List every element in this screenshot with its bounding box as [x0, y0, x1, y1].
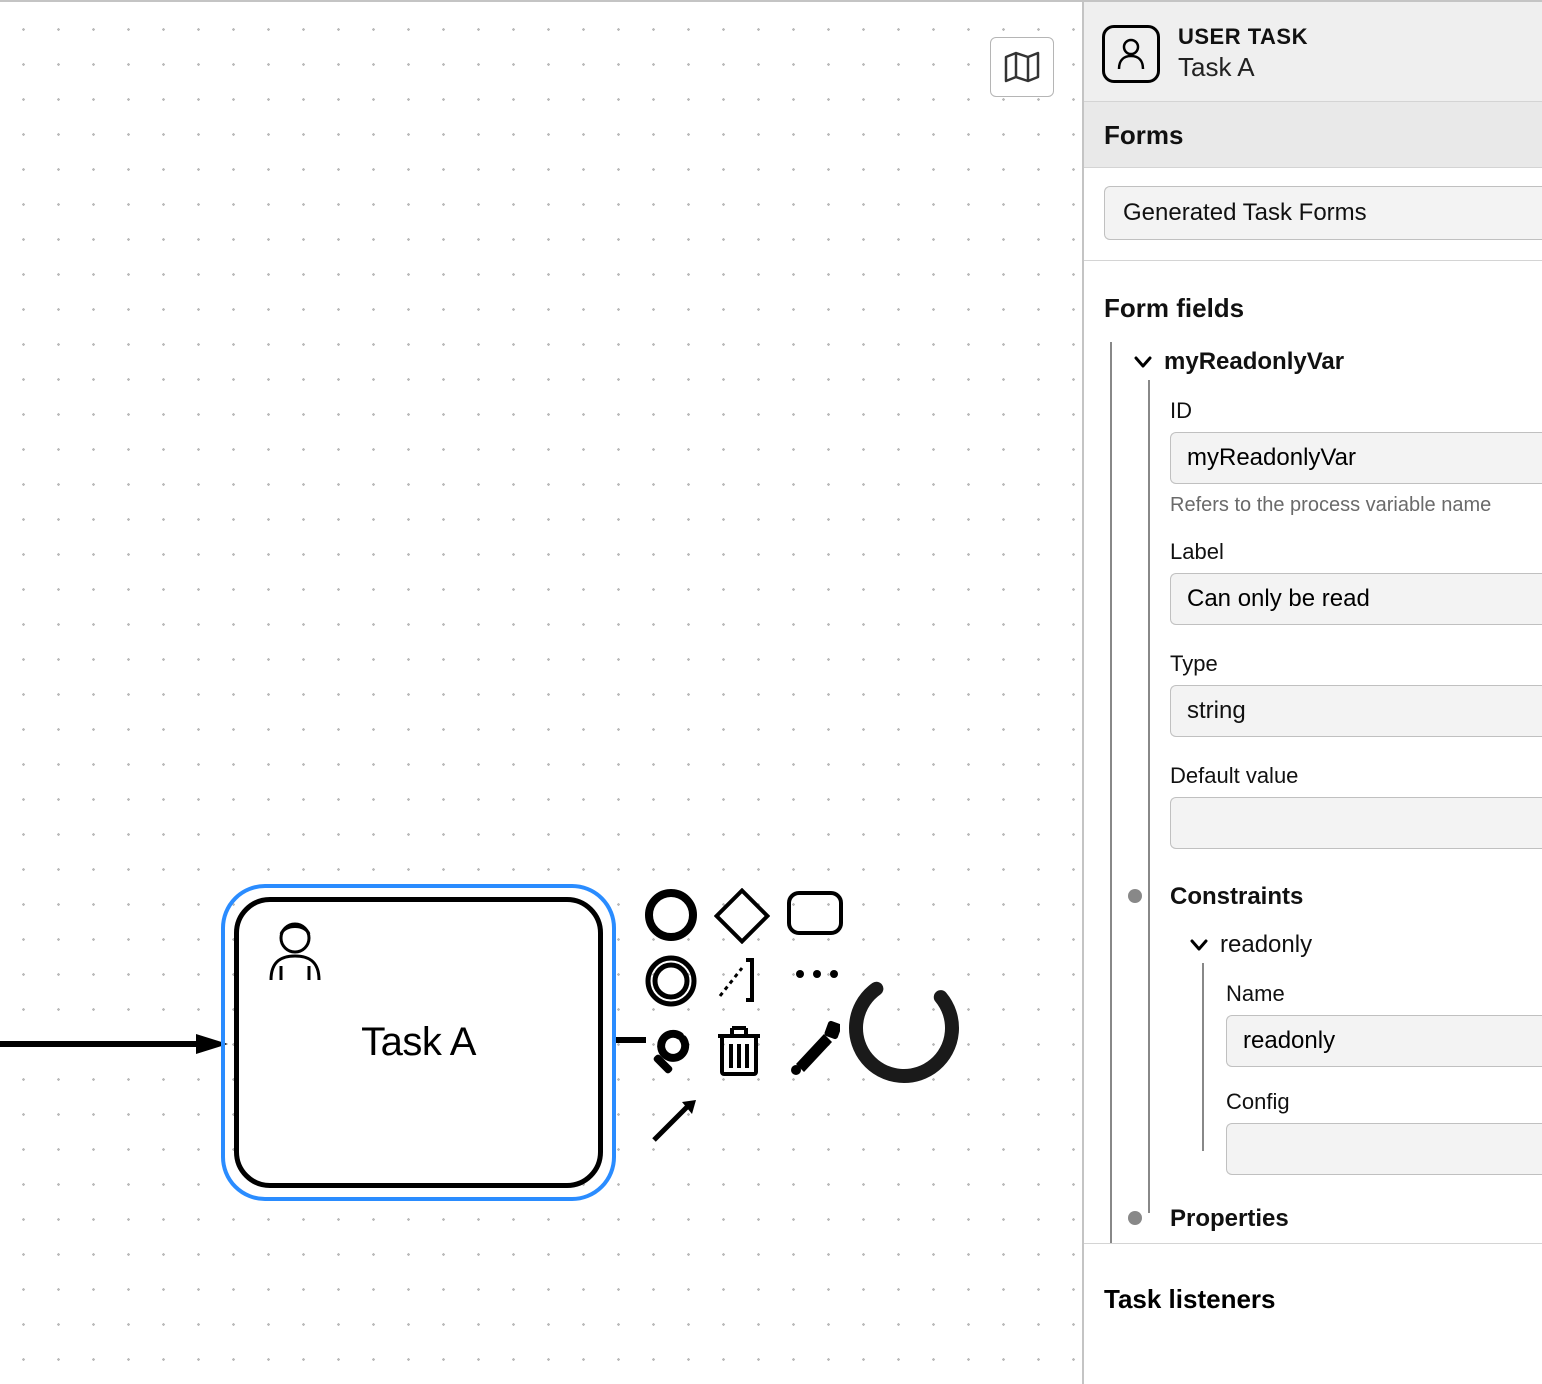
change-type-icon[interactable] [644, 1026, 696, 1078]
default-value-input[interactable] [1170, 797, 1542, 849]
sub-timeline-line [1148, 380, 1150, 1213]
timeline-dot [1128, 889, 1142, 903]
incoming-flow-arrow [0, 1034, 228, 1074]
id-label: ID [1170, 386, 1542, 432]
more-options-icon[interactable] [794, 966, 840, 982]
user-icon [1116, 38, 1146, 70]
task-label: Task A [361, 1020, 476, 1065]
task-listeners-section-header[interactable]: Task listeners [1084, 1243, 1542, 1315]
element-type-icon-box [1102, 25, 1160, 83]
panel-header: USER TASK Task A [1084, 0, 1542, 102]
sub-timeline-line [1202, 963, 1204, 1151]
minimap-toggle-button[interactable] [990, 37, 1054, 97]
label-input[interactable] [1170, 573, 1542, 625]
forms-section-header[interactable]: Forms [1084, 102, 1542, 168]
user-icon [265, 920, 325, 982]
delete-icon[interactable] [714, 1022, 764, 1078]
append-end-event-icon[interactable] [644, 888, 698, 942]
task-body[interactable]: Task A [234, 897, 603, 1188]
map-icon [1003, 50, 1041, 84]
chevron-down-icon [1190, 938, 1208, 952]
properties-panel: USER TASK Task A Forms Generated Task Fo… [1082, 0, 1542, 1384]
id-helper-text: Refers to the process variable name [1170, 484, 1542, 517]
constraint-item-name: readonly [1220, 931, 1312, 959]
diagram-canvas[interactable]: Task A [0, 0, 1082, 1384]
timeline-dot [1128, 1211, 1142, 1225]
append-intermediate-event-icon[interactable] [644, 954, 698, 1008]
form-field-item-name: myReadonlyVar [1164, 348, 1344, 376]
element-type-label: USER TASK [1178, 24, 1308, 50]
loading-spinner-icon [844, 968, 964, 1088]
forms-type-select[interactable]: Generated Task Forms [1104, 186, 1542, 240]
connector-stub [616, 1036, 646, 1044]
append-task-icon[interactable] [786, 890, 844, 936]
constraints-header: Constraints [1170, 849, 1542, 925]
label-label: Label [1170, 517, 1542, 573]
constraint-config-input[interactable] [1226, 1123, 1542, 1175]
type-label: Type [1170, 625, 1542, 685]
append-gateway-icon[interactable] [714, 888, 770, 944]
constraint-name-label: Name [1226, 969, 1542, 1015]
chevron-down-icon [1134, 355, 1152, 369]
element-name: Task A [1178, 52, 1308, 83]
form-fields-list: myReadonlyVar ID Refers to the process v… [1084, 342, 1542, 1243]
type-value: string [1187, 697, 1246, 725]
form-field-item-toggle[interactable]: myReadonlyVar [1134, 342, 1542, 386]
constraint-config-label: Config [1226, 1067, 1542, 1123]
constraint-name-input[interactable] [1226, 1015, 1542, 1067]
form-fields-section-header: Form fields [1084, 261, 1542, 342]
type-select[interactable]: string [1170, 685, 1542, 737]
properties-header: Properties [1170, 1175, 1542, 1243]
timeline-line [1110, 342, 1112, 1243]
append-text-annotation-icon[interactable] [712, 954, 764, 1006]
constraint-item-toggle[interactable]: readonly [1190, 925, 1542, 969]
form-field-details: ID Refers to the process variable name L… [1134, 386, 1542, 1243]
default-value-label: Default value [1170, 737, 1542, 797]
forms-type-value: Generated Task Forms [1123, 199, 1367, 227]
connect-icon[interactable] [648, 1096, 698, 1146]
context-pad [644, 888, 974, 1208]
task-node[interactable]: Task A [221, 884, 616, 1201]
color-icon[interactable] [784, 1014, 840, 1078]
id-input[interactable] [1170, 432, 1542, 484]
